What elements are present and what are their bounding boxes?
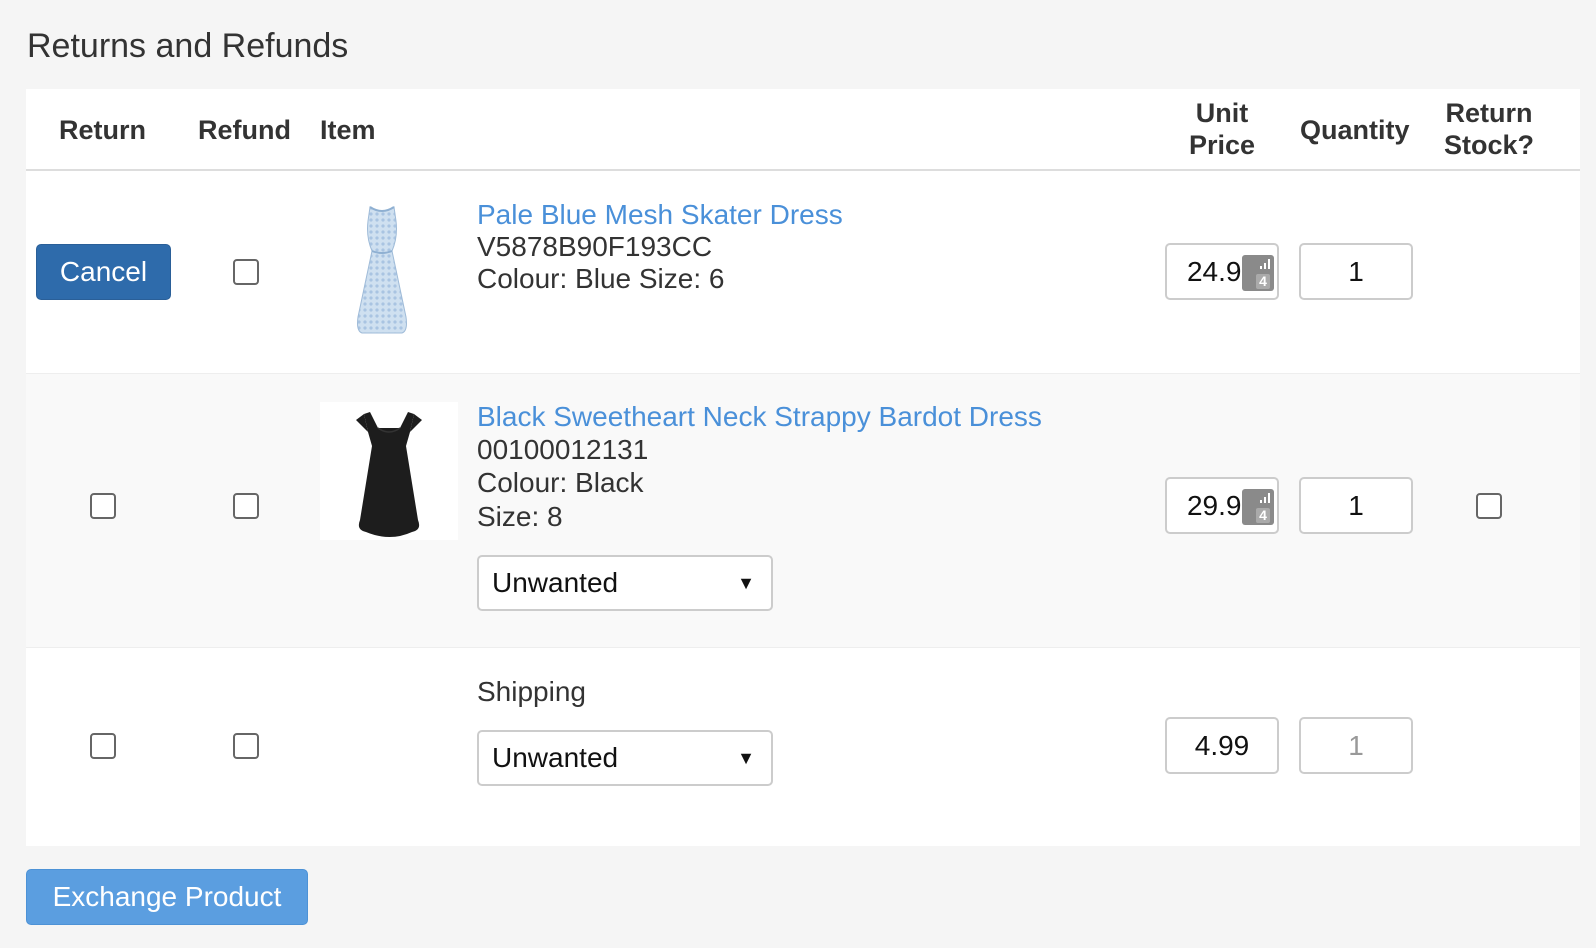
return-reason-select[interactable]: Unwanted ▼ [477,555,773,611]
page-title: Returns and Refunds [27,27,349,65]
product-colour: Colour: Black [477,467,644,498]
dropdown-arrow-icon: ▼ [737,573,755,593]
refund-checkbox[interactable] [233,493,259,519]
password-manager-icon[interactable]: 4 [1242,489,1274,525]
header-refund: Refund [198,115,291,145]
unit-price-input[interactable]: 29.99 4 [1165,477,1279,534]
return-reason-value: Unwanted [492,567,619,598]
header-return: Return [59,115,146,145]
header-return-stock-line1: Return [1445,98,1533,128]
table-row: Cancel Pale Blue Mesh Skater Dress V5878… [26,173,1580,373]
password-manager-badge: 4 [1256,274,1270,289]
header-unit-price-line2: Price [1188,130,1256,160]
product-details: Colour: Blue Size: 6 [477,263,725,294]
header-return-stock: Return Stock? [1434,97,1544,161]
return-reason-select[interactable]: Unwanted ▼ [477,730,773,786]
product-size: Size: 8 [477,501,563,532]
header-unit-price: Unit Price [1172,97,1272,161]
password-manager-badge: 4 [1256,508,1270,523]
product-sku: 00100012131 [477,434,649,465]
table-row: Black Sweetheart Neck Strappy Bardot Dre… [26,373,1580,647]
header-unit-price-line1: Unit [1195,98,1249,128]
product-sku: V5878B90F193CC [477,231,713,262]
black-dress-image [320,402,458,540]
refund-checkbox[interactable] [233,259,259,285]
table-row: Shipping Unwanted ▼ 4.99 1 [26,647,1580,846]
password-manager-icon[interactable]: 4 [1242,255,1274,291]
unit-price-input[interactable]: 24.99 4 [1165,243,1279,300]
quantity-input[interactable]: 1 [1299,477,1413,534]
quantity-input[interactable]: 1 [1299,243,1413,300]
shipping-label: Shipping [477,676,586,707]
refund-checkbox[interactable] [233,733,259,759]
returns-table: Return Refund Item Unit Price Quantity R… [26,89,1580,846]
header-quantity: Quantity [1300,115,1410,145]
header-return-stock-line2: Stock? [1443,130,1535,160]
product-link[interactable]: Pale Blue Mesh Skater Dress [477,199,843,231]
unit-price-input[interactable]: 4.99 [1165,717,1279,774]
return-checkbox[interactable] [90,733,116,759]
header-item: Item [320,115,376,145]
return-checkbox[interactable] [90,493,116,519]
table-header: Return Refund Item Unit Price Quantity R… [26,89,1580,171]
exchange-product-button[interactable]: Exchange Product [26,869,308,925]
quantity-input: 1 [1299,717,1413,774]
product-link[interactable]: Black Sweetheart Neck Strappy Bardot Dre… [477,401,1042,433]
cancel-button[interactable]: Cancel [36,244,171,300]
blue-dress-image [344,199,420,339]
return-stock-checkbox[interactable] [1476,493,1502,519]
dropdown-arrow-icon: ▼ [737,748,755,768]
return-reason-value: Unwanted [492,742,619,773]
